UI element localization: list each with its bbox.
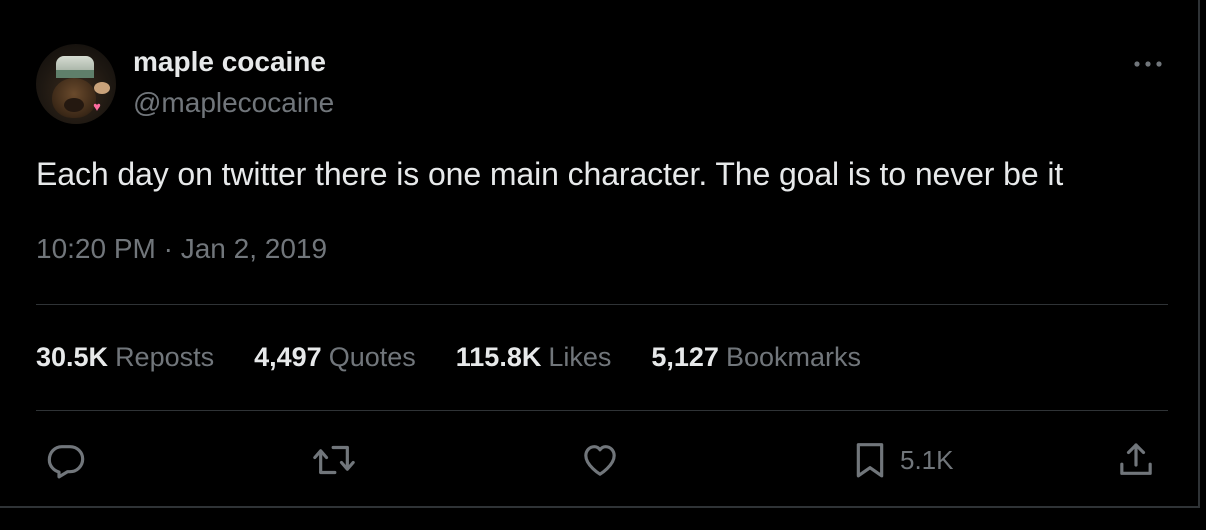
reply-button[interactable] <box>46 438 86 482</box>
tweet-card: ♥ maple cocaine @maplecocaine Each day o… <box>0 0 1200 508</box>
rainbow-heart-icon: ♥ <box>93 99 101 114</box>
stat-value: 30.5K <box>36 342 109 372</box>
tweet-text: Each day on twitter there is one main ch… <box>36 156 1064 192</box>
stat-likes[interactable]: 115.8K Likes <box>456 342 612 373</box>
repost-icon <box>313 445 355 475</box>
bookmark-icon <box>856 443 884 478</box>
like-button[interactable] <box>580 438 620 482</box>
bookmark-button[interactable]: 5.1K <box>850 438 954 482</box>
heart-icon <box>584 445 616 476</box>
hat-band-shape <box>56 70 94 78</box>
stat-reposts[interactable]: 30.5K Reposts <box>36 342 214 373</box>
engagement-stats: 30.5K Reposts 4,497 Quotes 115.8K Likes … <box>36 342 901 376</box>
more-options-button[interactable] <box>1128 50 1168 78</box>
author-display-name[interactable]: maple cocaine <box>133 46 326 78</box>
dog-snout-shape <box>64 98 84 112</box>
reply-icon <box>47 445 85 479</box>
avatar[interactable]: ♥ <box>36 44 116 124</box>
share-button[interactable] <box>1116 438 1156 482</box>
share-icon <box>1120 443 1152 475</box>
stat-bookmarks[interactable]: 5,127 Bookmarks <box>651 342 861 373</box>
dog-ear-shape <box>94 82 110 94</box>
stat-value: 115.8K <box>455 342 542 372</box>
below-card-area <box>0 508 1206 530</box>
stat-quotes[interactable]: 4,497 Quotes <box>254 342 416 373</box>
repost-button[interactable] <box>312 438 356 482</box>
stat-value: 4,497 <box>254 342 322 372</box>
bookmark-count: 5.1K <box>900 444 954 475</box>
more-icon <box>1134 61 1162 67</box>
author-handle[interactable]: @maplecocaine <box>133 87 334 119</box>
divider <box>36 304 1168 305</box>
stat-label: Quotes <box>328 342 416 372</box>
stat-label: Bookmarks <box>725 342 861 372</box>
divider <box>36 410 1168 411</box>
stat-label: Likes <box>548 342 612 372</box>
stat-value: 5,127 <box>651 342 719 372</box>
tweet-timestamp[interactable]: 10:20 PM · Jan 2, 2019 <box>36 233 327 265</box>
stat-label: Reposts <box>115 342 215 372</box>
